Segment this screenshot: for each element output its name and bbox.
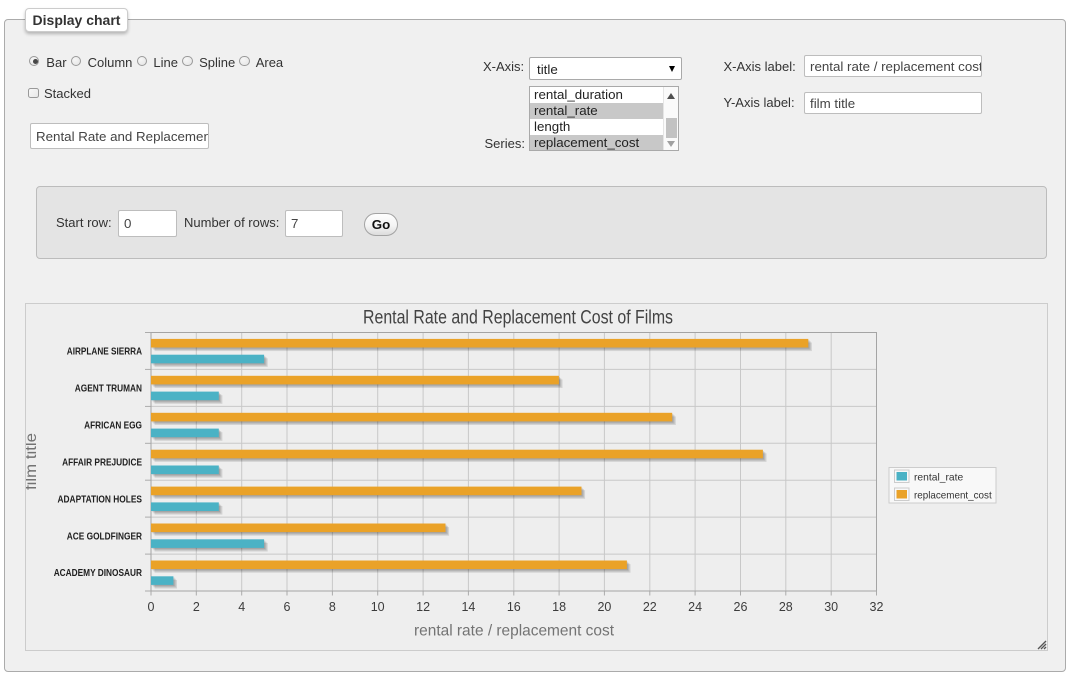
- svg-text:rental rate / replacement cost: rental rate / replacement cost: [414, 623, 615, 640]
- svg-text:20: 20: [597, 600, 611, 614]
- svg-text:ACE GOLDFINGER: ACE GOLDFINGER: [67, 531, 143, 542]
- svg-text:AFFAIR PREJUDICE: AFFAIR PREJUDICE: [62, 457, 142, 468]
- svg-text:22: 22: [643, 600, 657, 614]
- svg-text:18: 18: [552, 600, 566, 614]
- svg-text:film title: film title: [26, 433, 40, 490]
- svg-text:ACADEMY DINOSAUR: ACADEMY DINOSAUR: [54, 568, 143, 579]
- svg-text:0: 0: [148, 600, 155, 614]
- svg-text:replacement_cost: replacement_cost: [914, 490, 992, 502]
- svg-text:Rental Rate and Replacement Co: Rental Rate and Replacement Cost of Film…: [363, 307, 673, 328]
- svg-text:ADAPTATION HOLES: ADAPTATION HOLES: [58, 494, 143, 505]
- svg-text:14: 14: [461, 600, 475, 614]
- svg-text:32: 32: [870, 600, 884, 614]
- svg-text:rental_rate: rental_rate: [914, 472, 963, 484]
- svg-text:16: 16: [507, 600, 521, 614]
- svg-text:8: 8: [329, 600, 336, 614]
- svg-text:2: 2: [193, 600, 200, 614]
- svg-text:AIRPLANE SIERRA: AIRPLANE SIERRA: [67, 347, 143, 358]
- svg-text:AGENT TRUMAN: AGENT TRUMAN: [75, 384, 142, 395]
- svg-text:12: 12: [416, 600, 430, 614]
- svg-text:24: 24: [688, 600, 702, 614]
- svg-text:26: 26: [734, 600, 748, 614]
- svg-text:AFRICAN EGG: AFRICAN EGG: [84, 421, 142, 432]
- svg-text:10: 10: [371, 600, 385, 614]
- svg-text:28: 28: [779, 600, 793, 614]
- svg-text:4: 4: [238, 600, 245, 614]
- svg-text:30: 30: [824, 600, 838, 614]
- svg-text:6: 6: [284, 600, 291, 614]
